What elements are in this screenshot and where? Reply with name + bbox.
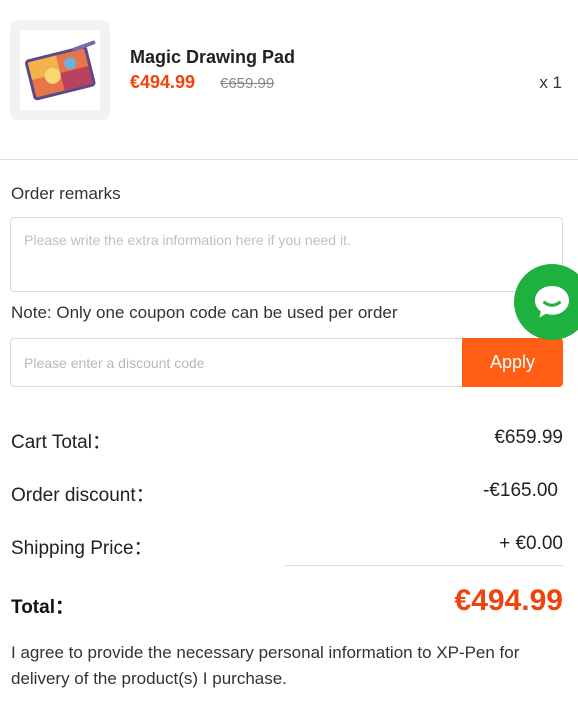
coupon-note: Note: Only one coupon code can be used p… — [11, 303, 398, 322]
product-sale-price: €494.99 — [130, 72, 196, 92]
summary-divider — [285, 565, 563, 566]
cart-total-label: Cart Total： — [11, 432, 111, 453]
privacy-agreement-text: I agree to provide the necessary persona… — [11, 643, 520, 688]
product-name[interactable]: Magic Drawing Pad — [130, 47, 295, 68]
coupon-form: Apply — [10, 338, 563, 387]
discount-code-input[interactable] — [10, 338, 463, 387]
shipping-price-label: Shipping Price： — [11, 538, 153, 559]
product-thumbnail[interactable] — [10, 20, 110, 120]
order-remarks-label: Order remarks — [11, 184, 121, 203]
apply-coupon-button[interactable]: Apply — [462, 338, 563, 387]
drawing-tablet-image — [20, 30, 100, 110]
order-discount-label: Order discount： — [11, 485, 155, 506]
total-label: Total： — [11, 597, 74, 618]
order-remarks-input[interactable] — [10, 217, 563, 292]
cart-item: Magic Drawing Pad €494.99 €659.99 x 1 — [0, 0, 578, 160]
product-original-price: €659.99 — [220, 75, 275, 92]
product-quantity: x 1 — [539, 73, 562, 92]
chat-bubble-icon — [535, 286, 569, 318]
section-divider — [0, 159, 578, 160]
shipping-price-value: + €0.00 — [499, 533, 563, 554]
live-chat-button[interactable] — [514, 264, 578, 340]
total-value: €494.99 — [454, 584, 563, 617]
cart-total-value: €659.99 — [494, 427, 563, 448]
order-discount-value: -€165.00 — [482, 480, 558, 501]
